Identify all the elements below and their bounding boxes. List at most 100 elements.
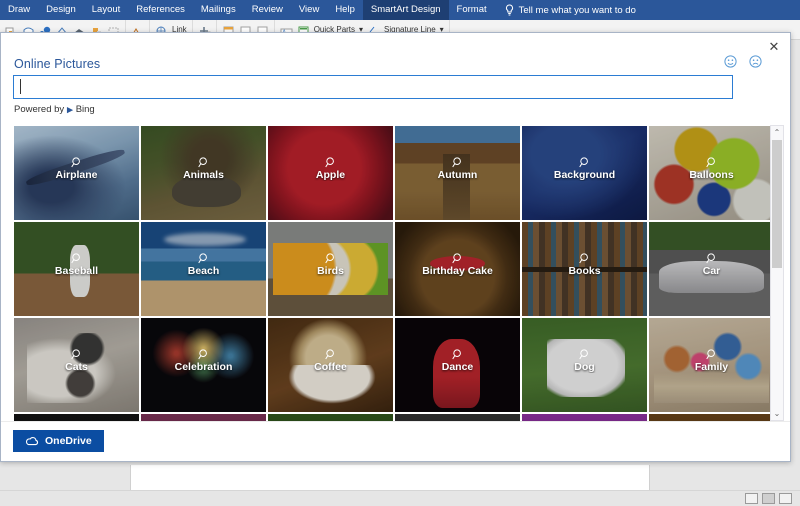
- category-tile-row4-6[interactable]: [648, 413, 773, 421]
- category-tile-row4-1[interactable]: [13, 413, 140, 421]
- ribbon-tab-smartart-design[interactable]: SmartArt Design: [362, 0, 449, 20]
- smiley-face-icon[interactable]: [724, 55, 737, 68]
- tile-label: Cats: [65, 361, 88, 373]
- tile-label: Background: [553, 169, 616, 181]
- category-tile-baseball[interactable]: Baseball: [13, 221, 140, 317]
- category-tile-row4-4[interactable]: [394, 413, 521, 421]
- search-icon: [197, 156, 210, 169]
- tile-image: [141, 414, 266, 421]
- search-icon: [197, 348, 210, 361]
- ribbon-tab-draw[interactable]: Draw: [0, 0, 38, 20]
- search-icon: [324, 156, 337, 169]
- tile-image: [395, 414, 520, 421]
- tile-label: Birthday Cake: [422, 265, 493, 277]
- search-icon: [705, 156, 718, 169]
- category-tile-cats[interactable]: Cats: [13, 317, 140, 413]
- tile-label: Baseball: [54, 265, 99, 277]
- scroll-up-icon[interactable]: ⌃: [771, 126, 783, 139]
- tile-image: [522, 414, 647, 421]
- ribbon-tab-format[interactable]: Format: [449, 0, 495, 20]
- tile-label: Birds: [317, 265, 344, 277]
- tell-me-box[interactable]: Tell me what you want to do: [495, 4, 636, 16]
- ribbon-tab-help[interactable]: Help: [327, 0, 363, 20]
- tile-image: [14, 414, 139, 421]
- web-layout-button[interactable]: [779, 493, 792, 504]
- tile-label: Animals: [183, 169, 224, 181]
- category-tile-autumn[interactable]: Autumn: [394, 125, 521, 221]
- search-icon: [578, 252, 591, 265]
- category-tile-animals[interactable]: Animals: [140, 125, 267, 221]
- tile-label: Books: [568, 265, 601, 277]
- category-tile-birds[interactable]: Birds: [267, 221, 394, 317]
- powered-by-bing: Powered by ▸ Bing: [14, 103, 95, 116]
- search-icon: [197, 252, 210, 265]
- online-pictures-dialog: ✕ Online Pictures Powered by ▸ Bing Airp…: [0, 32, 791, 462]
- search-input[interactable]: [13, 75, 733, 99]
- tile-image: [649, 414, 773, 421]
- category-tile-row4-2[interactable]: [140, 413, 267, 421]
- category-tile-background[interactable]: Background: [521, 125, 648, 221]
- tile-label: Car: [702, 265, 721, 277]
- category-tile-balloons[interactable]: Balloons: [648, 125, 773, 221]
- category-tile-dance[interactable]: Dance: [394, 317, 521, 413]
- search-icon: [324, 348, 337, 361]
- category-grid: Airplane Animals Apple Autumn Background…: [13, 125, 773, 421]
- tile-label: Airplane: [55, 169, 98, 181]
- search-icon: [451, 252, 464, 265]
- tile-label: Balloons: [689, 169, 734, 181]
- category-tile-family[interactable]: Family: [648, 317, 773, 413]
- category-tile-birthday-cake[interactable]: Birthday Cake: [394, 221, 521, 317]
- category-tile-books[interactable]: Books: [521, 221, 648, 317]
- ribbon-tab-layout[interactable]: Layout: [84, 0, 129, 20]
- search-icon: [451, 156, 464, 169]
- ribbon-tab-view[interactable]: View: [291, 0, 327, 20]
- bing-logo-icon: ▸: [67, 104, 73, 116]
- read-mode-button[interactable]: [745, 493, 758, 504]
- category-tile-car[interactable]: Car: [648, 221, 773, 317]
- tell-me-label: Tell me what you want to do: [518, 4, 636, 16]
- category-tile-apple[interactable]: Apple: [267, 125, 394, 221]
- app-root: Draw Design Layout References Mailings R…: [0, 0, 800, 506]
- search-icon: [705, 348, 718, 361]
- search-icon: [578, 348, 591, 361]
- grid-scrollbar[interactable]: ⌃ ⌄: [770, 125, 784, 421]
- scroll-down-icon[interactable]: ⌄: [771, 407, 783, 420]
- tile-label: Coffee: [314, 361, 347, 373]
- ribbon-tab-mailings[interactable]: Mailings: [193, 0, 244, 20]
- tile-label: Beach: [187, 265, 220, 277]
- category-tile-row4-3[interactable]: [267, 413, 394, 421]
- category-tile-dog[interactable]: Dog: [521, 317, 648, 413]
- ribbon-tab-references[interactable]: References: [128, 0, 193, 20]
- search-icon: [70, 156, 83, 169]
- category-tile-airplane[interactable]: Airplane: [13, 125, 140, 221]
- status-bar: [0, 490, 800, 506]
- close-icon[interactable]: ✕: [765, 37, 783, 55]
- category-tile-coffee[interactable]: Coffee: [267, 317, 394, 413]
- text-caret: [20, 79, 21, 94]
- tile-label: Family: [694, 361, 729, 373]
- search-field-wrapper: [13, 75, 733, 99]
- category-tile-celebration[interactable]: Celebration: [140, 317, 267, 413]
- onedrive-label: OneDrive: [45, 435, 92, 447]
- ribbon-tab-review[interactable]: Review: [244, 0, 291, 20]
- search-icon: [70, 252, 83, 265]
- tile-label: Dog: [574, 361, 595, 373]
- frowny-face-icon[interactable]: [749, 55, 762, 68]
- tile-label: Celebration: [174, 361, 233, 373]
- ribbon-tab-design[interactable]: Design: [38, 0, 84, 20]
- ribbon-tab-strip: Draw Design Layout References Mailings R…: [0, 0, 800, 20]
- search-icon: [70, 348, 83, 361]
- tile-label: Apple: [315, 169, 346, 181]
- search-icon: [451, 348, 464, 361]
- search-icon: [324, 252, 337, 265]
- onedrive-button[interactable]: OneDrive: [13, 430, 104, 452]
- scrollbar-thumb[interactable]: [772, 140, 782, 268]
- category-tile-beach[interactable]: Beach: [140, 221, 267, 317]
- cloud-icon: [25, 436, 39, 446]
- tile-label: Autumn: [437, 169, 478, 181]
- bing-label: Bing: [75, 104, 95, 115]
- category-tile-row4-5[interactable]: [521, 413, 648, 421]
- print-layout-button[interactable]: [762, 493, 775, 504]
- tile-image: [268, 414, 393, 421]
- search-icon: [705, 252, 718, 265]
